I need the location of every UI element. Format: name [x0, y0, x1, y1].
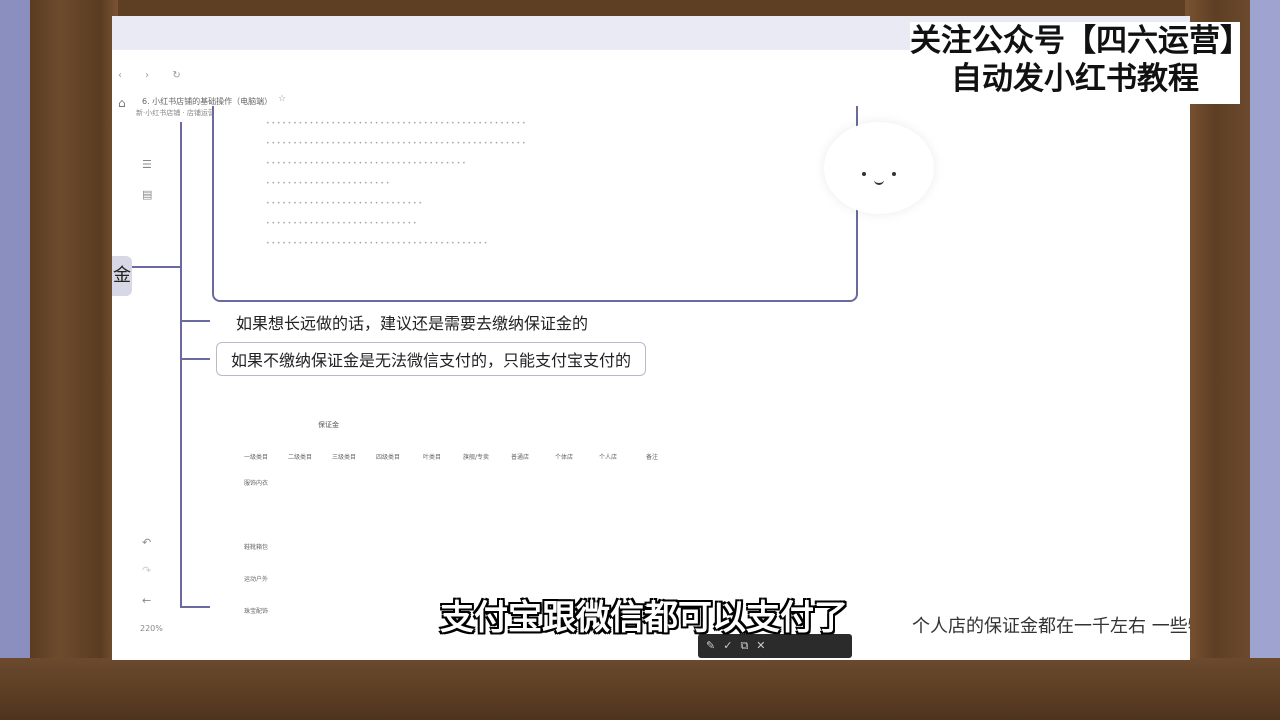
table-row: 鞋靴箱包 [234, 530, 674, 562]
table-row [234, 498, 674, 530]
cloud-sticker [824, 122, 934, 214]
frame-right [1185, 0, 1280, 720]
mindmap-root-node[interactable]: 金 [112, 256, 132, 296]
sticker-mouth-icon [874, 178, 884, 185]
zoom-level[interactable]: 220% [140, 624, 163, 633]
frame-left [0, 0, 118, 720]
table-header: 三级类目 [331, 453, 356, 461]
monitor-screen: ‹ › ↻ ⌂ 6. 小红书店铺的基础操作（电脑端） 新·小红书店铺 · 店铺运… [112, 16, 1190, 660]
table-cell: 运动户外 [243, 575, 268, 583]
table-cell: 珠宝配饰 [243, 607, 268, 615]
table-header: 叶类目 [422, 453, 441, 461]
undo-icon[interactable]: ↶ [142, 536, 151, 549]
table-header: 个体店 [554, 453, 573, 461]
redo-icon[interactable]: ↷ [142, 564, 151, 577]
sticker-eye-icon [862, 172, 866, 176]
check-icon[interactable]: ✓ [723, 639, 740, 652]
video-subtitle: 支付宝跟微信都可以支付了 [440, 598, 848, 638]
table-header: 二级类目 [287, 453, 312, 461]
branch-connector-2 [180, 358, 210, 360]
table-cell [234, 498, 278, 530]
table-cell: 鞋靴箱包 [243, 543, 268, 551]
star-icon[interactable]: ☆ [278, 94, 286, 104]
table-header-row: 一级类目 二级类目 三级类目 四级类目 叶类目 旗舰/专卖 普通店 个体店 个人… [234, 446, 674, 466]
frame-top [0, 0, 1280, 16]
table-header: 普通店 [510, 453, 529, 461]
layout-icon[interactable]: ▤ [142, 188, 152, 201]
table-header: 四级类目 [375, 453, 400, 461]
watermark-line-2: 自动发小红书教程 [951, 61, 1199, 97]
table-header: 个人店 [598, 453, 617, 461]
close-icon[interactable]: ✕ [756, 639, 773, 652]
tree-trunk [180, 122, 182, 608]
pen-icon[interactable]: ✎ [706, 639, 723, 652]
back-arrow-icon[interactable]: ← [142, 594, 151, 607]
home-icon[interactable]: ⌂ [118, 96, 130, 110]
branch-connector-3 [180, 606, 210, 608]
watermark-line-1: 关注公众号【四六运营】 [910, 23, 1251, 59]
nav-buttons[interactable]: ‹ › ↻ [118, 70, 191, 81]
mindmap-node-deposit-advice[interactable]: 如果想长远做的话，建议还是需要去缴纳保证金的 [222, 306, 602, 338]
mindmap-node-payment-method[interactable]: 如果不缴纳保证金是无法微信支付的，只能支付宝支付的 [216, 342, 647, 376]
table-header: 备注 [645, 453, 658, 461]
watermark-banner: 关注公众号【四六运营】 自动发小红书教程 [910, 22, 1251, 104]
table-header: 旗舰/专卖 [462, 453, 490, 461]
embedded-image-node[interactable]: • • • • • • • • • • • • • • • • • • • • … [212, 106, 858, 302]
branch-connector-1 [180, 320, 210, 322]
outline-icon[interactable]: ☰ [142, 158, 152, 171]
frame-bottom [0, 658, 1280, 720]
deposit-table-title: 保证金 [318, 421, 339, 429]
table-row: 服饰内衣 [234, 466, 674, 498]
subtitle-secondary: 个人店的保证金都在一千左右 一些特殊的 [912, 616, 1190, 637]
root-connector [132, 266, 180, 268]
table-cell: 服饰内衣 [243, 479, 268, 487]
sticker-eye-icon [892, 172, 896, 176]
copy-icon[interactable]: ⧉ [740, 639, 756, 652]
table-header: 一级类目 [243, 453, 268, 461]
